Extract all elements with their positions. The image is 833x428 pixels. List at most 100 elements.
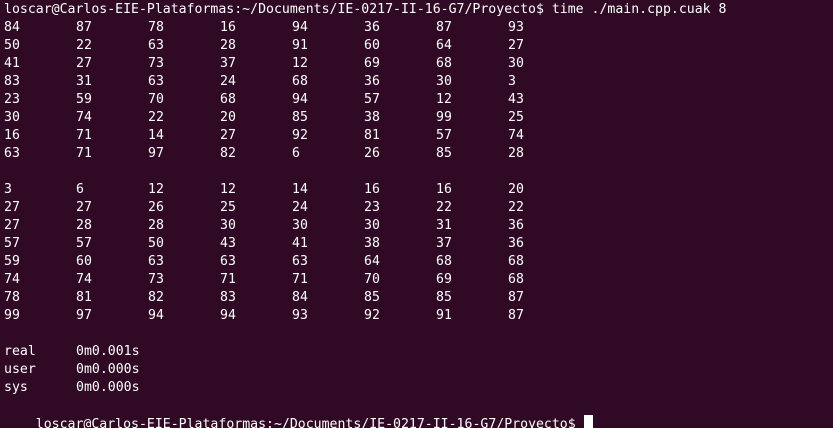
matrix-cell: 43	[508, 92, 524, 107]
matrix-cell: 63	[4, 146, 20, 161]
matrix-cell: 25	[220, 200, 236, 215]
matrix-row: 16 71 14 27 92 81 57 74	[4, 127, 833, 145]
matrix-cell: 16	[364, 182, 380, 197]
matrix-cell: 23	[364, 200, 380, 215]
matrix-cell: 69	[364, 56, 380, 71]
matrix-cell: 81	[364, 128, 380, 143]
matrix-cell: 30	[436, 74, 452, 89]
matrix-cell: 63	[220, 254, 236, 269]
matrix-cell: 73	[148, 56, 164, 71]
matrix-cell: 63	[148, 38, 164, 53]
matrix-row: 27 28 28 30 30 30 31 36	[4, 217, 833, 235]
matrix-cell: 73	[148, 272, 164, 287]
matrix-cell: 64	[436, 38, 452, 53]
matrix-cell: 41	[4, 56, 20, 71]
matrix-cell: 69	[436, 272, 452, 287]
matrix-row: 63 71 97 82 6 26 85 28	[4, 145, 833, 163]
matrix-cell: 84	[4, 20, 20, 35]
matrix-before: 84 87 78 16 94 36 87 93 50 22 63 28 91 60 64 27 41 27 73 37…	[4, 19, 833, 163]
matrix-cell: 26	[148, 200, 164, 215]
matrix-cell: 27	[508, 38, 524, 53]
matrix-cell: 27	[4, 200, 20, 215]
matrix-cell: 27	[76, 200, 92, 215]
matrix-cell: 37	[220, 56, 236, 71]
matrix-cell: 87	[508, 290, 524, 305]
matrix-cell: 57	[76, 236, 92, 251]
matrix-cell: 78	[148, 20, 164, 35]
matrix-cell: 91	[436, 308, 452, 323]
matrix-cell: 68	[292, 74, 308, 89]
matrix-row: 30 74 22 20 85 38 99 25	[4, 109, 833, 127]
matrix-cell: 22	[76, 38, 92, 53]
matrix-cell: 36	[364, 20, 380, 35]
matrix-cell: 68	[508, 254, 524, 269]
matrix-cell: 14	[148, 128, 164, 143]
matrix-cell: 71	[76, 146, 92, 161]
matrix-cell: 36	[508, 218, 524, 233]
matrix-row: 59 60 63 63 63 64 68 68	[4, 253, 833, 271]
matrix-cell: 99	[4, 308, 20, 323]
matrix-cell: 71	[220, 272, 236, 287]
matrix-cell: 71	[76, 128, 92, 143]
matrix-cell: 97	[76, 308, 92, 323]
matrix-row: 50 22 63 28 91 60 64 27	[4, 37, 833, 55]
matrix-row: 3 6 12 12 14 16 16 20	[4, 181, 833, 199]
matrix-row: 84 87 78 16 94 36 87 93	[4, 19, 833, 37]
matrix-cell: 63	[148, 254, 164, 269]
matrix-cell: 28	[220, 38, 236, 53]
matrix-cell: 43	[220, 236, 236, 251]
matrix-cell: 27	[220, 128, 236, 143]
matrix-cell: 70	[364, 272, 380, 287]
matrix-cell: 63	[292, 254, 308, 269]
matrix-cell: 3	[4, 182, 12, 197]
matrix-cell: 36	[508, 236, 524, 251]
matrix-cell: 57	[364, 92, 380, 107]
matrix-cell: 94	[148, 308, 164, 323]
matrix-cell: 85	[436, 290, 452, 305]
time-sys-label: sys	[4, 380, 28, 395]
command-line: loscar@Carlos-EIE-Plataformas:~/Document…	[4, 2, 727, 17]
matrix-cell: 87	[436, 20, 452, 35]
matrix-cell: 97	[148, 146, 164, 161]
time-user-row: user 0m0.000s	[4, 361, 833, 379]
matrix-cell: 64	[364, 254, 380, 269]
matrix-cell: 85	[292, 110, 308, 125]
matrix-cell: 6	[292, 146, 300, 161]
matrix-cell: 92	[292, 128, 308, 143]
matrix-cell: 94	[220, 308, 236, 323]
matrix-cell: 68	[436, 56, 452, 71]
matrix-cell: 28	[508, 146, 524, 161]
matrix-cell: 24	[292, 200, 308, 215]
matrix-cell: 30	[508, 56, 524, 71]
matrix-cell: 31	[436, 218, 452, 233]
matrix-cell: 74	[508, 128, 524, 143]
matrix-cell: 60	[364, 38, 380, 53]
matrix-cell: 28	[76, 218, 92, 233]
matrix-cell: 22	[436, 200, 452, 215]
text-cursor[interactable]	[583, 415, 593, 428]
matrix-cell: 22	[508, 200, 524, 215]
matrix-cell: 59	[76, 92, 92, 107]
matrix-cell: 23	[4, 92, 20, 107]
time-real-value: 0m0.001s	[76, 344, 140, 359]
matrix-cell: 30	[220, 218, 236, 233]
matrix-cell: 16	[436, 182, 452, 197]
terminal-window[interactable]: loscar@Carlos-EIE-Plataformas:~/Document…	[0, 0, 833, 428]
matrix-cell: 36	[364, 74, 380, 89]
matrix-cell: 83	[220, 290, 236, 305]
prompt-line[interactable]: loscar@Carlos-EIE-Plataformas:~/Document…	[4, 397, 833, 428]
matrix-after: 3 6 12 12 14 16 16 20 27 27 26 25 24 23 22 22 27 28 28 30 30…	[4, 181, 833, 325]
matrix-cell: 74	[76, 110, 92, 125]
matrix-cell: 16	[4, 128, 20, 143]
matrix-cell: 91	[292, 38, 308, 53]
matrix-cell: 50	[148, 236, 164, 251]
time-real-row: real 0m0.001s	[4, 343, 833, 361]
matrix-cell: 25	[508, 110, 524, 125]
matrix-cell: 24	[220, 74, 236, 89]
matrix-cell: 60	[76, 254, 92, 269]
matrix-cell: 68	[508, 272, 524, 287]
matrix-row: 23 59 70 68 94 57 12 43	[4, 91, 833, 109]
matrix-cell: 99	[436, 110, 452, 125]
matrix-cell: 57	[436, 128, 452, 143]
